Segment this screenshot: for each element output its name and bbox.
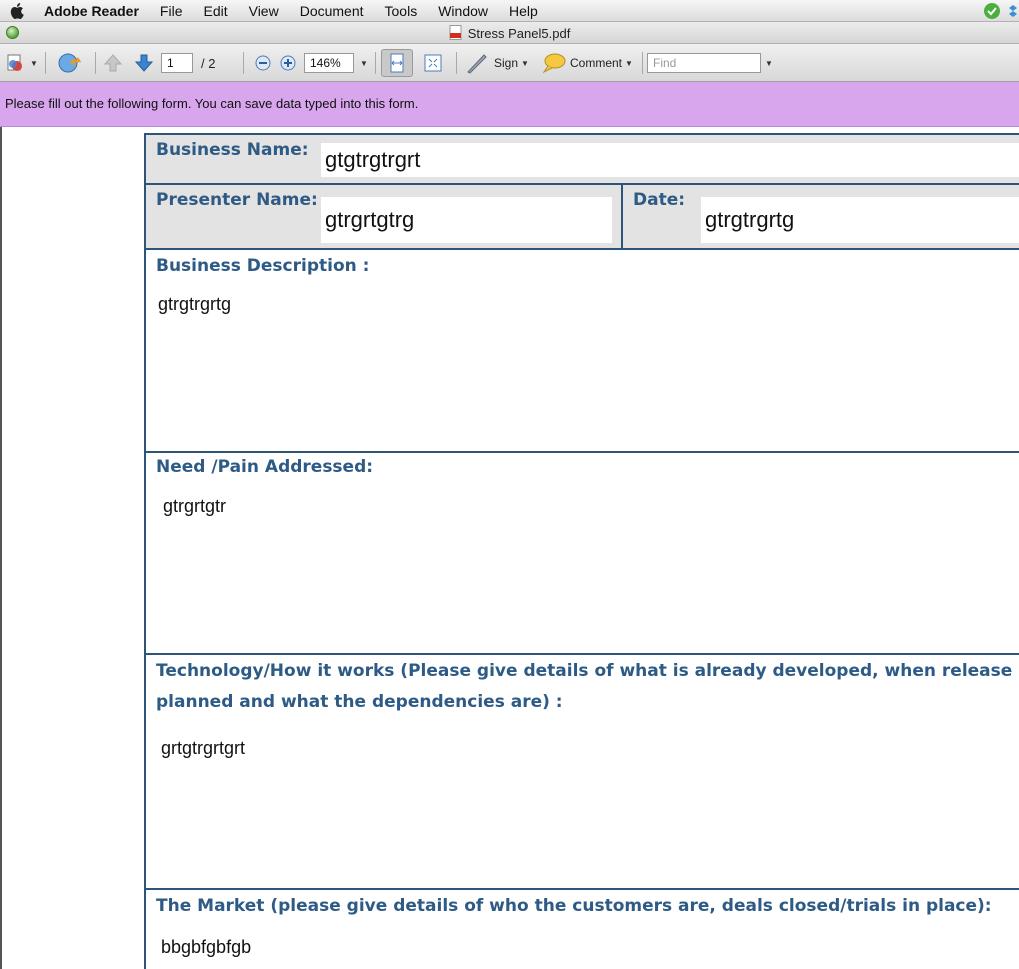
window-title-bar: Stress Panel5.pdf: [0, 22, 1019, 44]
menu-help[interactable]: Help: [509, 3, 538, 19]
sign-label: Sign: [494, 56, 519, 70]
zoom-select[interactable]: 146% ▼: [304, 52, 368, 74]
form-notice-bar: Please fill out the following form. You …: [0, 82, 1019, 127]
need-pain-field[interactable]: gtrgrtgtr: [163, 496, 226, 517]
business-description-section: Business Description : gtrgtrgrtg: [146, 250, 1019, 453]
share-globe-icon: [58, 53, 82, 73]
dropbox-icon[interactable]: [1007, 2, 1019, 20]
arrow-up-icon: [103, 54, 123, 72]
share-button[interactable]: [55, 52, 83, 74]
technology-label-line1: Technology/How it works (Please give det…: [156, 661, 1019, 681]
previous-page-button[interactable]: [102, 52, 124, 74]
business-description-label: Business Description :: [156, 256, 370, 276]
pdf-file-icon: [449, 25, 462, 40]
zoom-out-icon: [255, 55, 271, 71]
app-menu[interactable]: Adobe Reader: [44, 3, 139, 19]
page-number-input[interactable]: 1: [161, 53, 193, 73]
menu-bar: Adobe Reader File Edit View Document Too…: [0, 0, 1019, 22]
technology-label-line2: planned and what the dependencies are) :: [156, 692, 563, 712]
presenter-date-divider: [621, 185, 623, 250]
viewport-left-edge: [0, 127, 2, 969]
find-input[interactable]: Find: [647, 53, 761, 73]
menu-edit[interactable]: Edit: [203, 3, 227, 19]
need-pain-section: Need /Pain Addressed: gtrgrtgtr: [146, 453, 1019, 655]
document-viewport[interactable]: Business Name: gtgtrgtrgrt Presenter Nam…: [0, 127, 1019, 969]
create-pdf-icon: [7, 54, 22, 71]
fit-width-button[interactable]: [381, 49, 413, 77]
chevron-down-icon[interactable]: ▼: [765, 59, 773, 68]
menu-document[interactable]: Document: [300, 3, 364, 19]
zoom-level-value[interactable]: 146%: [304, 53, 354, 73]
date-label: Date:: [633, 190, 686, 210]
business-description-field[interactable]: gtrgtrgrtg: [158, 294, 231, 315]
business-name-field[interactable]: gtgtrgtrgrt: [321, 143, 1019, 177]
pdf-page: Business Name: gtgtrgtrgrt Presenter Nam…: [144, 133, 1019, 969]
chevron-down-icon: ▼: [360, 58, 368, 68]
fit-width-icon: [390, 53, 404, 73]
page-total: / 2: [201, 55, 216, 71]
window-title: Stress Panel5.pdf: [0, 25, 1019, 41]
comment-button[interactable]: Comment ▼: [541, 52, 633, 74]
menu-file[interactable]: File: [160, 3, 183, 19]
sync-status-icon[interactable]: [983, 2, 1001, 20]
comment-icon: [542, 53, 566, 74]
fit-page-icon: [424, 54, 442, 72]
form-notice-text: Please fill out the following form. You …: [5, 96, 419, 111]
create-pdf-button[interactable]: ▼: [5, 52, 38, 74]
zoom-out-button[interactable]: [254, 52, 272, 74]
pen-icon: [467, 54, 487, 74]
date-field[interactable]: gtrgtrgrtg: [701, 197, 1019, 243]
menu-view[interactable]: View: [249, 3, 279, 19]
toolbar: ▼ 1 / 2 146% ▼ Sign ▼ Comment ▼ Find ▼: [0, 44, 1019, 82]
presenter-name-field[interactable]: gtrgrtgtrg: [321, 197, 612, 243]
fit-page-button[interactable]: [423, 52, 443, 74]
arrow-down-icon: [134, 54, 154, 72]
chevron-down-icon: ▼: [521, 58, 529, 68]
chevron-down-icon: ▼: [30, 58, 38, 68]
menu-tools[interactable]: Tools: [385, 3, 418, 19]
presenter-name-label: Presenter Name:: [156, 190, 318, 210]
business-name-label: Business Name:: [156, 140, 309, 160]
menubar-status-area: [983, 2, 1019, 20]
technology-field[interactable]: grtgtrgrtgrt: [161, 738, 245, 759]
zoom-in-icon: [280, 55, 296, 71]
apple-menu-icon[interactable]: [10, 2, 28, 20]
business-name-row: Business Name: gtgtrgtrgrt: [146, 135, 1019, 185]
comment-label: Comment: [570, 56, 623, 70]
need-pain-label: Need /Pain Addressed:: [156, 457, 374, 477]
find-box: Find ▼: [647, 52, 773, 74]
market-label: The Market (please give details of who t…: [156, 896, 992, 916]
page-number-field-wrap: 1 / 2: [161, 52, 215, 74]
next-page-button[interactable]: [133, 52, 155, 74]
chevron-down-icon: ▼: [625, 58, 633, 68]
menu-window[interactable]: Window: [438, 3, 488, 19]
technology-section: Technology/How it works (Please give det…: [146, 655, 1019, 890]
market-field[interactable]: bbgbfgbfgb: [161, 937, 251, 958]
sign-button[interactable]: Sign ▼: [465, 52, 529, 74]
zoom-in-button[interactable]: [279, 52, 297, 74]
presenter-date-row: Presenter Name: gtrgrtgtrg Date: gtrgtrg…: [146, 185, 1019, 250]
market-section: The Market (please give details of who t…: [146, 890, 1019, 969]
window-title-text: Stress Panel5.pdf: [467, 26, 571, 41]
